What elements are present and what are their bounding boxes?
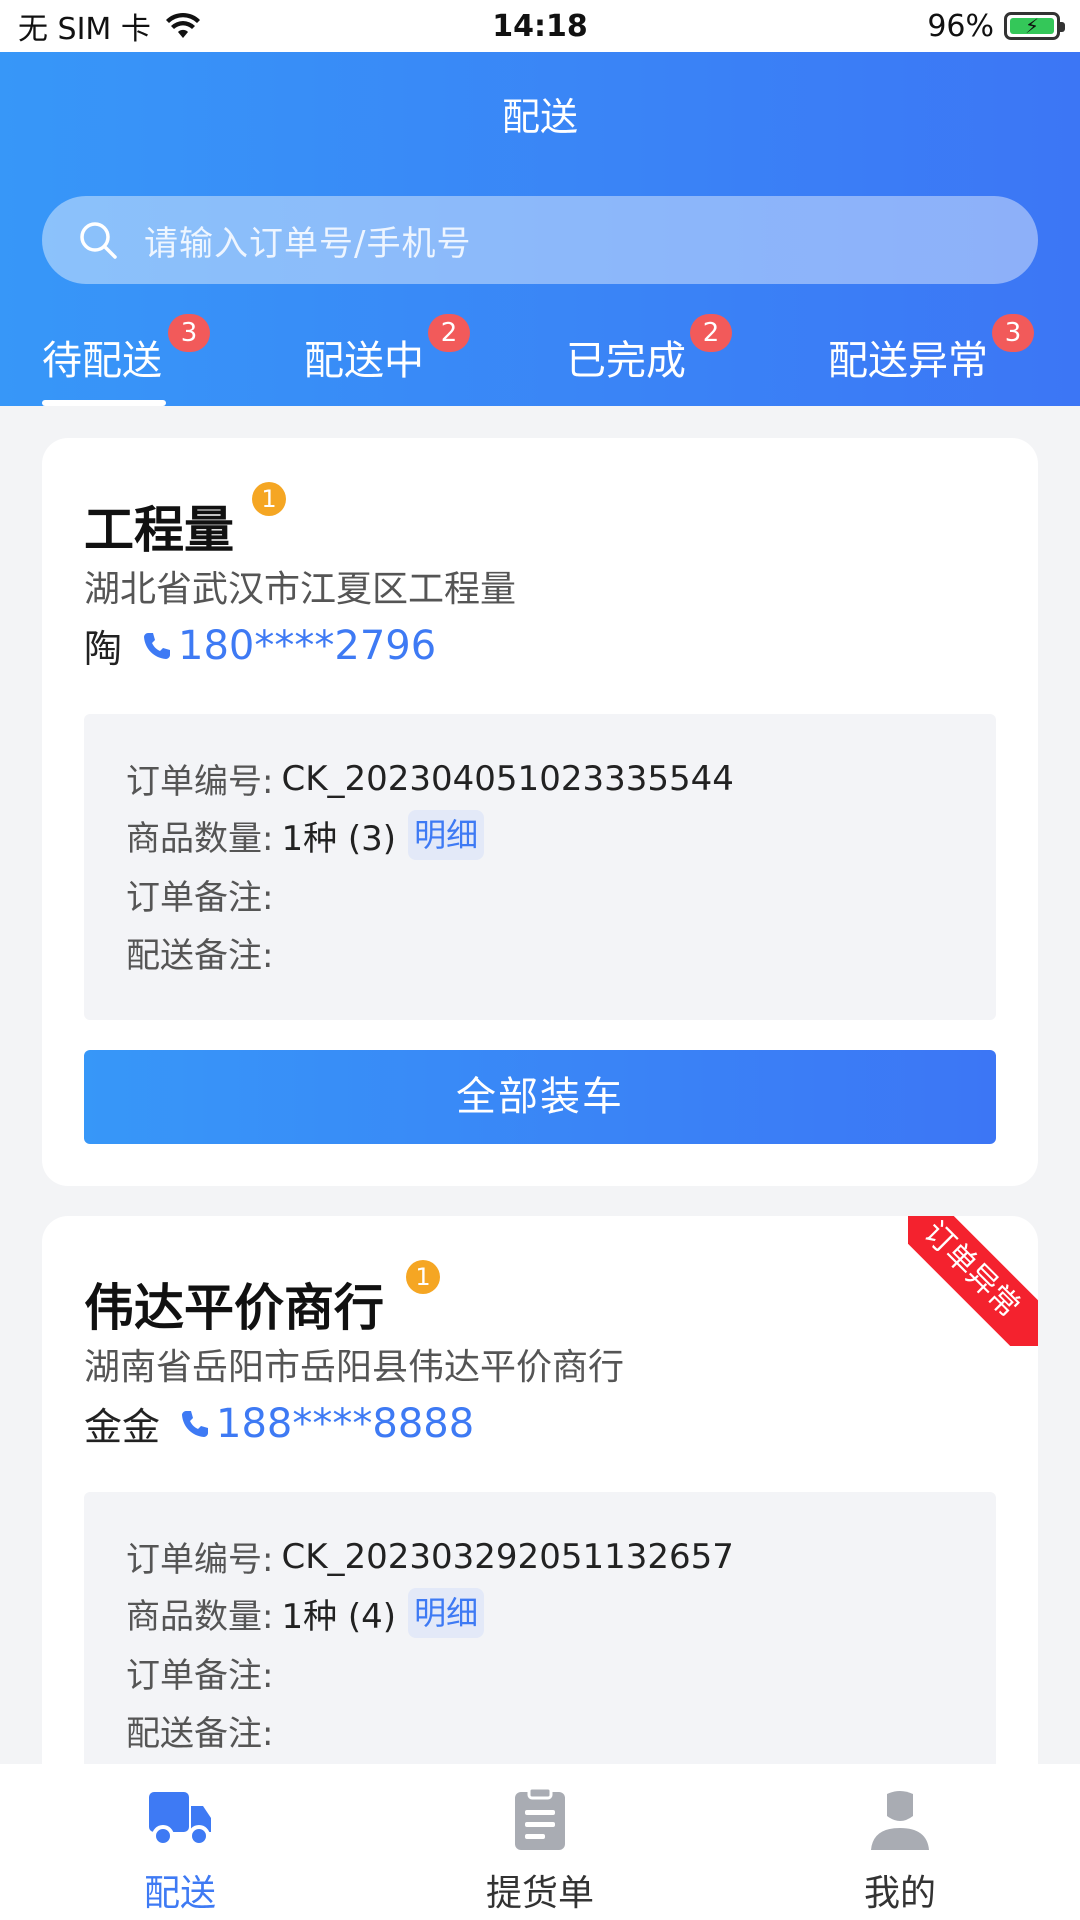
battery-icon: ⚡: [1004, 12, 1065, 40]
nav-pickup[interactable]: 提货单: [440, 1764, 640, 1920]
order-card[interactable]: 订单异常 伟达平价商行 1 湖南省岳阳市岳阳县伟达平价商行 金金 188****…: [42, 1216, 1038, 1816]
detail-button[interactable]: 明细: [408, 1588, 485, 1638]
customer-name: 伟达平价商行: [84, 1279, 384, 1337]
tab-badge: 2: [690, 314, 732, 352]
tab-badge: 3: [168, 314, 210, 352]
contact-name: 金金: [84, 1405, 161, 1449]
order-card[interactable]: 工程量 1 湖北省武汉市江夏区工程量 陶 180****2796 订单编号: C…: [42, 438, 1038, 1186]
page-title: 配送: [501, 95, 578, 139]
status-left: 无 SIM 卡: [18, 4, 201, 48]
tab-active-indicator: [42, 400, 166, 406]
order-info-box: 订单编号: CK_202303292051132657 商品数量: 1种 (4)…: [84, 1492, 996, 1798]
ribbon-text: 订单异常: [908, 1216, 1038, 1346]
customer-badge: 1: [252, 482, 286, 516]
phone-icon: [144, 632, 171, 659]
load-all-button[interactable]: 全部装车: [84, 1050, 996, 1144]
tab-badge: 2: [428, 314, 470, 352]
battery-percent: 96%: [927, 8, 994, 44]
delivery-note-label: 配送备注:: [126, 936, 274, 976]
tab-bar: 待配送 3 配送中 2 已完成 2 配送异常 3: [0, 308, 1080, 406]
order-note-row: 订单备注:: [126, 1648, 273, 1697]
phone-number[interactable]: 180****2796: [178, 623, 436, 669]
order-note-row: 订单备注:: [126, 870, 273, 919]
phone-number[interactable]: 188****8888: [216, 1401, 474, 1447]
tab-badge: 3: [992, 314, 1034, 352]
contact-row: 金金 188****8888: [84, 1396, 474, 1451]
contact-name: 陶: [84, 627, 123, 671]
customer-badge: 1: [406, 1260, 440, 1294]
nav-delivery[interactable]: 配送: [80, 1764, 280, 1920]
header: 配送 请输入订单号/手机号 待配送 3 配送中 2 已完成 2 配送异常 3: [0, 52, 1080, 406]
nav-label: 提货单: [485, 1873, 594, 1914]
exception-ribbon: 订单异常: [908, 1216, 1038, 1346]
carrier-text: 无 SIM 卡: [18, 12, 151, 47]
detail-button[interactable]: 明细: [408, 810, 485, 860]
truck-icon: [149, 1792, 211, 1847]
tab-delivering[interactable]: 配送中 2: [304, 308, 484, 406]
tab-label: 已完成: [566, 338, 686, 384]
tab-pending[interactable]: 待配送 3: [42, 308, 222, 406]
order-info-box: 订单编号: CK_202304051023335544 商品数量: 1种 (3)…: [84, 714, 996, 1020]
tab-exception[interactable]: 配送异常 3: [828, 308, 1048, 406]
order-number: CK_202304051023335544: [281, 758, 734, 799]
delivery-note-row: 配送备注:: [126, 928, 273, 977]
tab-label: 待配送: [42, 338, 162, 384]
order-number-row: 订单编号: CK_202304051023335544: [126, 754, 734, 803]
order-note-label: 订单备注:: [126, 1656, 274, 1696]
search-icon: [80, 222, 117, 259]
customer-name: 工程量: [84, 501, 234, 559]
customer-address: 湖北省武汉市江夏区工程量: [84, 569, 517, 610]
customer-address: 湖南省岳阳市岳阳县伟达平价商行: [84, 1347, 625, 1388]
search-placeholder: 请输入订单号/手机号: [144, 223, 472, 264]
tab-label: 配送异常: [828, 338, 988, 384]
order-number-label: 订单编号:: [126, 1540, 274, 1580]
tab-completed[interactable]: 已完成 2: [566, 308, 746, 406]
phone-icon: [182, 1410, 209, 1437]
order-note-label: 订单备注:: [126, 878, 274, 918]
quantity-row: 商品数量: 1种 (4) 明细: [126, 1588, 485, 1638]
search-input[interactable]: 请输入订单号/手机号: [42, 196, 1038, 284]
clipboard-icon: [515, 1786, 565, 1850]
nav-mine[interactable]: 我的: [800, 1764, 1000, 1920]
status-right: 96% ⚡: [927, 8, 1065, 44]
quantity-value: 1种 (3): [281, 818, 397, 859]
order-number-row: 订单编号: CK_202303292051132657: [126, 1532, 734, 1581]
quantity-value: 1种 (4): [281, 1596, 397, 1637]
quantity-row: 商品数量: 1种 (3) 明细: [126, 810, 485, 860]
user-icon: [871, 1791, 929, 1850]
contact-row: 陶 180****2796: [84, 618, 436, 673]
wifi-icon: [165, 12, 200, 38]
status-bar: 无 SIM 卡 14:18 96% ⚡: [0, 0, 1080, 52]
order-number-label: 订单编号:: [126, 762, 274, 802]
order-number: CK_202303292051132657: [281, 1536, 734, 1577]
nav-label: 配送: [143, 1873, 216, 1914]
quantity-label: 商品数量:: [126, 818, 274, 859]
delivery-note-label: 配送备注:: [126, 1714, 274, 1754]
delivery-note-row: 配送备注:: [126, 1706, 273, 1755]
tab-label: 配送中: [304, 338, 424, 384]
nav-label: 我的: [863, 1873, 936, 1914]
quantity-label: 商品数量:: [126, 1596, 274, 1637]
bottom-nav: 配送 提货单 我的: [0, 1764, 1080, 1920]
